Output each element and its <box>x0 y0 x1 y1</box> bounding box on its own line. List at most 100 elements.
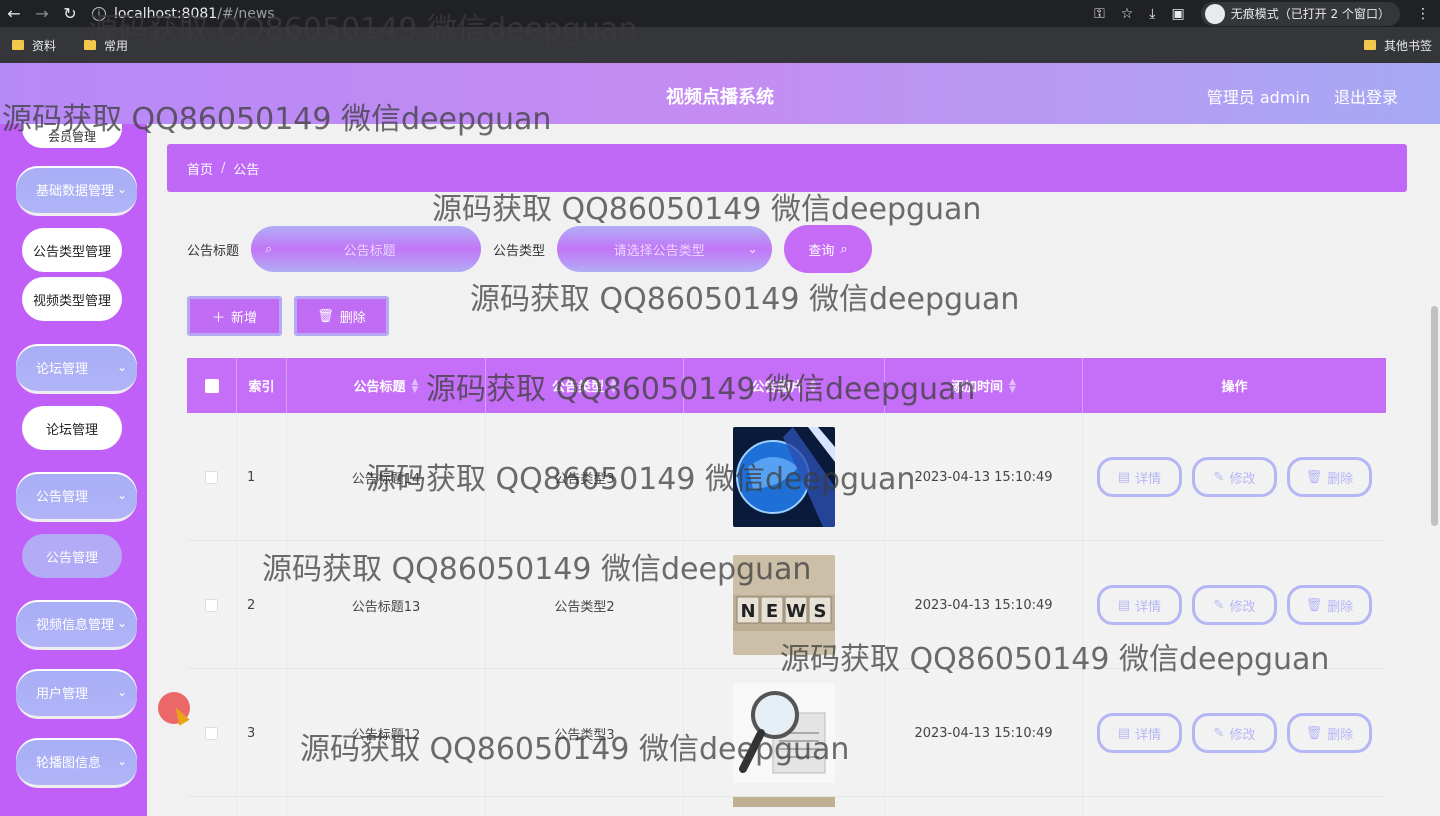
table-row: 3 公告标题12 公告类型3 2023-04-13 15:10:49 ▤ 详情 ✎… <box>187 669 1386 797</box>
column-header-time[interactable]: 添加时间 ▲ ▼ <box>885 358 1083 413</box>
trash-icon: 🗑 <box>317 308 334 324</box>
edit-button[interactable]: ✎ 修改 <box>1192 713 1277 753</box>
sidebar-group-base-data[interactable]: 基础数据管理 ⌄ <box>16 166 137 216</box>
bookmark-folder[interactable]: 常用 <box>84 37 128 54</box>
incognito-badge[interactable]: 无痕模式（已打开 2 个窗口） <box>1200 1 1400 26</box>
url-path: /#/news <box>217 5 275 22</box>
document-icon: ▤ <box>1117 597 1131 613</box>
forward-icon[interactable]: → <box>28 0 56 27</box>
query-button[interactable]: 查询 ⌕ <box>784 225 873 273</box>
detail-button[interactable]: ▤ 详情 <box>1097 457 1182 497</box>
row-title: 公告标题14 <box>287 413 486 541</box>
breadcrumb: 首页 / 公告 <box>167 144 1407 192</box>
row-type: 公告类型3 <box>486 669 684 797</box>
folder-icon <box>84 40 97 50</box>
column-header-type[interactable]: 公告类型 ▲ ▼ <box>486 358 684 413</box>
folder-icon <box>12 40 24 50</box>
sidebar-group-users[interactable]: 用户管理 ⌄ <box>16 669 137 719</box>
sidebar-item-notice[interactable]: 公告管理 <box>22 534 122 578</box>
download-icon[interactable]: ⤓ <box>1149 6 1155 22</box>
breadcrumb-home[interactable]: 首页 <box>187 159 213 178</box>
bookmarks-bar: 资料 常用 其他书签 <box>0 27 1440 63</box>
page-scrollbar[interactable] <box>1428 124 1440 816</box>
edit-button[interactable]: ✎ 修改 <box>1192 457 1277 497</box>
pencil-icon: ✎ <box>1213 597 1225 613</box>
type-select[interactable]: 请选择公告类型 ⌄ <box>557 226 773 272</box>
browser-toolbar: ← → ↻ i localhost:8081/#/news ⚿ ☆ ⤓ ▣ 无痕… <box>0 0 1440 27</box>
sort-icon[interactable]: ▲ ▼ <box>412 377 419 394</box>
main-content: 首页 / 公告 公告标题 ⌕ 公告标题 公告类型 请选择公告类型 ⌄ 查询 ⌕ … <box>147 124 1440 816</box>
reload-icon[interactable]: ↻ <box>56 0 84 27</box>
sidebar-group-video-info[interactable]: 视频信息管理 ⌄ <box>16 600 137 650</box>
notice-image-magnifier <box>733 683 835 783</box>
select-all-checkbox[interactable] <box>204 378 219 393</box>
chevron-down-icon: ⌄ <box>116 182 127 196</box>
svg-text:S: S <box>814 601 827 622</box>
column-header-title[interactable]: 公告标题 ▲ ▼ <box>287 358 486 413</box>
sidebar-item-member[interactable]: 会员管理 <box>22 124 122 148</box>
chevron-down-icon: ⌄ <box>116 360 127 374</box>
batch-delete-button[interactable]: 🗑 删除 <box>294 296 389 336</box>
sidebar-group-forum[interactable]: 论坛管理 ⌄ <box>16 344 137 394</box>
notice-image-globe <box>733 427 835 527</box>
sidebar-group-carousel[interactable]: 轮播图信息 ⌄ <box>16 738 137 788</box>
scrollbar-thumb[interactable] <box>1431 306 1438 526</box>
detail-button[interactable]: ▤ 详情 <box>1097 713 1182 753</box>
app-header: 视频点播系统 管理员 admin 退出登录 <box>0 63 1440 124</box>
search-icon: ⌕ <box>265 241 273 257</box>
info-icon[interactable]: i <box>92 6 106 21</box>
action-toolbar: ＋ 新增 🗑 删除 <box>187 296 389 336</box>
delete-button[interactable]: 🗑 删除 <box>1287 713 1372 753</box>
document-icon: ▤ <box>1117 469 1131 485</box>
url-host: localhost:8081 <box>114 5 218 22</box>
plus-icon: ＋ <box>211 310 225 326</box>
address-bar[interactable]: i localhost:8081/#/news <box>92 6 275 22</box>
svg-text:W: W <box>786 601 806 622</box>
type-select-label: 公告类型 <box>493 243 546 259</box>
row-checkbox[interactable] <box>205 726 218 740</box>
notice-table: 索引 公告标题 ▲ ▼ 公告类型 ▲ ▼ 公告图片 ▲ ▼ 添加时间 ▲ ▼ 操作 1 公告标题… <box>187 358 1386 816</box>
table-row <box>187 797 1386 816</box>
column-header-image[interactable]: 公告图片 ▲ ▼ <box>684 358 885 413</box>
current-user: 管理员 admin <box>1206 88 1310 107</box>
menu-icon[interactable]: ⋮ <box>1416 6 1430 22</box>
row-checkbox[interactable] <box>205 598 218 612</box>
table-row: 2 公告标题13 公告类型2 NEWS 2023-04-13 15:10:49 … <box>187 541 1386 669</box>
sidebar-item-video-type[interactable]: 视频类型管理 <box>22 277 122 321</box>
row-checkbox[interactable] <box>205 470 218 484</box>
sidebar-item-forum[interactable]: 论坛管理 <box>22 406 122 450</box>
incognito-icon <box>1204 3 1225 24</box>
add-button[interactable]: ＋ 新增 <box>187 296 282 336</box>
delete-button[interactable]: 🗑 删除 <box>1287 585 1372 625</box>
sort-icon[interactable]: ▲ ▼ <box>810 377 817 394</box>
back-icon[interactable]: ← <box>0 0 28 27</box>
title-search-input[interactable]: ⌕ 公告标题 <box>251 226 482 272</box>
table-header: 索引 公告标题 ▲ ▼ 公告类型 ▲ ▼ 公告图片 ▲ ▼ 添加时间 ▲ ▼ 操作 <box>187 358 1386 413</box>
chevron-down-icon: ⌄ <box>116 616 127 630</box>
svg-text:N: N <box>740 601 755 622</box>
delete-button[interactable]: 🗑 删除 <box>1287 457 1372 497</box>
trash-icon: 🗑 <box>1305 469 1323 485</box>
notice-image <box>733 797 835 807</box>
detail-button[interactable]: ▤ 详情 <box>1097 585 1182 625</box>
title-search-label: 公告标题 <box>187 243 240 259</box>
sidebar-group-notice[interactable]: 公告管理 ⌄ <box>16 472 137 522</box>
bookmark-folder[interactable]: 资料 <box>12 37 56 54</box>
edit-button[interactable]: ✎ 修改 <box>1192 585 1277 625</box>
select-all-cell <box>187 358 237 413</box>
sort-icon[interactable]: ▲ ▼ <box>610 377 617 394</box>
chevron-down-icon: ⌄ <box>747 241 759 257</box>
sidebar-toggle-icon[interactable]: ▣ <box>1172 6 1185 22</box>
notice-image-news-blocks: NEWS <box>733 555 835 655</box>
search-form: 公告标题 ⌕ 公告标题 公告类型 请选择公告类型 ⌄ 查询 ⌕ <box>187 224 873 274</box>
sort-icon[interactable]: ▲ ▼ <box>1009 377 1016 394</box>
row-title: 公告标题13 <box>287 541 486 669</box>
other-bookmarks[interactable]: 其他书签 <box>1363 27 1432 63</box>
logout-link[interactable]: 退出登录 <box>1334 84 1398 108</box>
key-icon[interactable]: ⚿ <box>1094 6 1105 22</box>
column-header-actions: 操作 <box>1221 380 1248 395</box>
trash-icon: 🗑 <box>1305 725 1323 741</box>
sidebar-item-notice-type[interactable]: 公告类型管理 <box>22 228 122 272</box>
star-icon[interactable]: ☆ <box>1121 6 1134 22</box>
row-time: 2023-04-13 15:10:49 <box>885 669 1083 797</box>
